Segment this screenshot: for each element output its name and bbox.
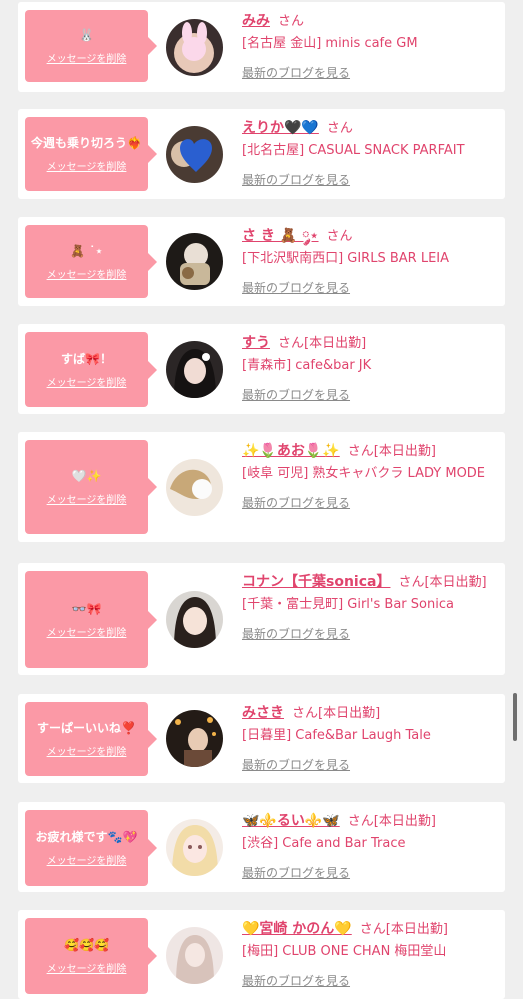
honorific: さん <box>278 336 305 351</box>
avatar[interactable] <box>166 591 223 648</box>
delete-message-link[interactable]: メッセージを削除 <box>47 960 127 975</box>
delete-message-link[interactable]: メッセージを削除 <box>47 50 127 65</box>
delete-message-link[interactable]: メッセージを削除 <box>47 743 127 758</box>
shop-name: [日暮里] Cafe&Bar Laugh Tale <box>242 728 431 743</box>
message-bubble: すーぱーいいね❣️ メッセージを削除 <box>25 702 157 776</box>
delete-message-link[interactable]: メッセージを削除 <box>47 491 127 506</box>
latest-blog-link[interactable]: 最新のブログを見る <box>242 864 350 882</box>
message-bubble: 今週も乗り切ろう❤️‍🔥 メッセージを削除 <box>25 117 157 191</box>
delete-message-link[interactable]: メッセージを削除 <box>47 374 127 389</box>
honorific: さん <box>347 444 374 459</box>
list-item: お疲れ様です🐾💖 メッセージを削除 🦋⚜️るい⚜️🦋 さん[本日出勤] [渋谷] … <box>18 802 505 892</box>
avatar[interactable] <box>166 19 223 76</box>
honorific: さん <box>326 121 353 136</box>
user-name-link[interactable]: 💛宮崎 かのん💛 <box>242 921 352 937</box>
message-text: お疲れ様です🐾💖 <box>35 830 138 844</box>
shop-name: [梅田] CLUB ONE CHAN 梅田堂山 <box>242 944 447 959</box>
shop-name: [下北沢駅南西口] GIRLS BAR LEIA <box>242 251 450 266</box>
message-text: 今週も乗り切ろう❤️‍🔥 <box>31 136 142 150</box>
status-badge: [本日出勤] <box>373 814 436 829</box>
avatar[interactable] <box>166 341 223 398</box>
list-item: すば🎀！ メッセージを削除 すう さん[本日出勤] [青森市] cafe&bar … <box>18 324 505 414</box>
message-bubble: お疲れ様です🐾💖 メッセージを削除 <box>25 810 157 886</box>
message-bubble: 👓🎀 メッセージを削除 <box>25 571 157 668</box>
avatar-photo <box>166 126 223 183</box>
delete-message-link[interactable]: メッセージを削除 <box>47 624 127 639</box>
message-text: 🤍✨ <box>71 469 102 483</box>
scrollbar[interactable] <box>513 693 517 741</box>
avatar[interactable] <box>166 459 223 516</box>
user-name-link[interactable]: 🦋⚜️るい⚜️🦋 <box>242 813 340 829</box>
status-badge: [本日出勤] <box>385 922 448 937</box>
avatar-photo <box>166 233 223 290</box>
avatar-photo <box>166 927 223 984</box>
avatar-photo <box>166 19 223 76</box>
latest-blog-link[interactable]: 最新のブログを見る <box>242 756 350 774</box>
avatar[interactable] <box>166 819 223 876</box>
latest-blog-link[interactable]: 最新のブログを見る <box>242 386 350 404</box>
honorific: さん <box>359 922 386 937</box>
user-name-link[interactable]: みさき <box>242 705 284 721</box>
list-item: 🧸 ˙⋆ メッセージを削除 さ き 🧸 ༘⋆ さん [下北沢駅南西口] GIRLS… <box>18 217 505 306</box>
message-feed: 🐰 メッセージを削除 みみ さん [名古屋 金山] minis cafe GM 最… <box>0 0 523 999</box>
latest-blog-link[interactable]: 最新のブログを見る <box>242 625 350 643</box>
list-item: 🐰 メッセージを削除 みみ さん [名古屋 金山] minis cafe GM 最… <box>18 2 505 92</box>
shop-name: [名古屋 金山] minis cafe GM <box>242 36 418 51</box>
shop-name: [千葉・富士見町] Girl's Bar Sonica <box>242 597 454 612</box>
latest-blog-link[interactable]: 最新のブログを見る <box>242 494 350 512</box>
shop-name: [岐阜 可児] 熟女キャバクラ LADY MODE <box>242 466 486 481</box>
message-text: すば🎀！ <box>61 351 112 366</box>
delete-message-link[interactable]: メッセージを削除 <box>47 158 127 173</box>
avatar-photo <box>166 341 223 398</box>
avatar-photo <box>166 819 223 876</box>
latest-blog-link[interactable]: 最新のブログを見る <box>242 64 350 82</box>
message-text: すーぱーいいね❣️ <box>37 721 136 735</box>
honorific: さん <box>292 706 319 721</box>
avatar[interactable] <box>166 126 223 183</box>
message-text: 🧸 ˙⋆ <box>70 243 103 258</box>
message-bubble: 🥰🥰🥰 メッセージを削除 <box>25 918 157 994</box>
message-text: 🥰🥰🥰 <box>64 938 109 952</box>
message-bubble: 🤍✨ メッセージを削除 <box>25 440 157 534</box>
avatar[interactable] <box>166 927 223 984</box>
message-text: 👓🎀 <box>71 601 102 616</box>
list-item: 今週も乗り切ろう❤️‍🔥 メッセージを削除 えりか🖤💙 さん [北名古屋] CAS… <box>18 109 505 199</box>
list-item: 🥰🥰🥰 メッセージを削除 💛宮崎 かのん💛 さん[本日出勤] [梅田] CLUB … <box>18 910 505 999</box>
honorific: さん <box>326 229 353 244</box>
status-badge: [本日出勤] <box>373 444 436 459</box>
user-name-link[interactable]: えりか🖤💙 <box>242 120 319 136</box>
message-bubble: すば🎀！ メッセージを削除 <box>25 332 157 407</box>
latest-blog-link[interactable]: 最新のブログを見る <box>242 279 350 297</box>
honorific: さん <box>278 14 305 29</box>
avatar-photo <box>166 591 223 648</box>
status-badge: [本日出勤] <box>424 575 487 590</box>
user-name-link[interactable]: さ き 🧸 ༘⋆ <box>242 228 319 244</box>
honorific: さん <box>398 575 425 590</box>
status-badge: [本日出勤] <box>318 706 381 721</box>
list-item: すーぱーいいね❣️ メッセージを削除 みさき さん[本日出勤] [日暮里] Caf… <box>18 694 505 783</box>
honorific: さん <box>347 814 374 829</box>
avatar[interactable] <box>166 710 223 767</box>
delete-message-link[interactable]: メッセージを削除 <box>47 852 127 867</box>
list-item: 🤍✨ メッセージを削除 ✨🌷あお🌷✨ さん[本日出勤] [岐阜 可児] 熟女キャバ… <box>18 432 505 542</box>
message-bubble: 🧸 ˙⋆ メッセージを削除 <box>25 225 157 298</box>
shop-name: [青森市] cafe&bar JK <box>242 358 372 373</box>
message-text: 🐰 <box>79 28 94 42</box>
status-badge: [本日出勤] <box>304 336 367 351</box>
avatar[interactable] <box>166 233 223 290</box>
shop-name: [北名古屋] CASUAL SNACK PARFAIT <box>242 143 465 158</box>
list-item: 👓🎀 メッセージを削除 コナン【千葉sonica】 さん[本日出勤] [千葉・富士… <box>18 563 505 675</box>
message-bubble: 🐰 メッセージを削除 <box>25 10 157 82</box>
avatar-photo <box>166 459 223 516</box>
user-name-link[interactable]: みみ <box>242 13 270 29</box>
user-name-link[interactable]: すう <box>242 335 270 351</box>
shop-name: [渋谷] Cafe and Bar Trace <box>242 836 406 851</box>
user-name-link[interactable]: コナン【千葉sonica】 <box>242 574 390 590</box>
latest-blog-link[interactable]: 最新のブログを見る <box>242 972 350 990</box>
avatar-photo <box>166 710 223 767</box>
delete-message-link[interactable]: メッセージを削除 <box>47 266 127 281</box>
latest-blog-link[interactable]: 最新のブログを見る <box>242 171 350 189</box>
user-name-link[interactable]: ✨🌷あお🌷✨ <box>242 443 340 459</box>
